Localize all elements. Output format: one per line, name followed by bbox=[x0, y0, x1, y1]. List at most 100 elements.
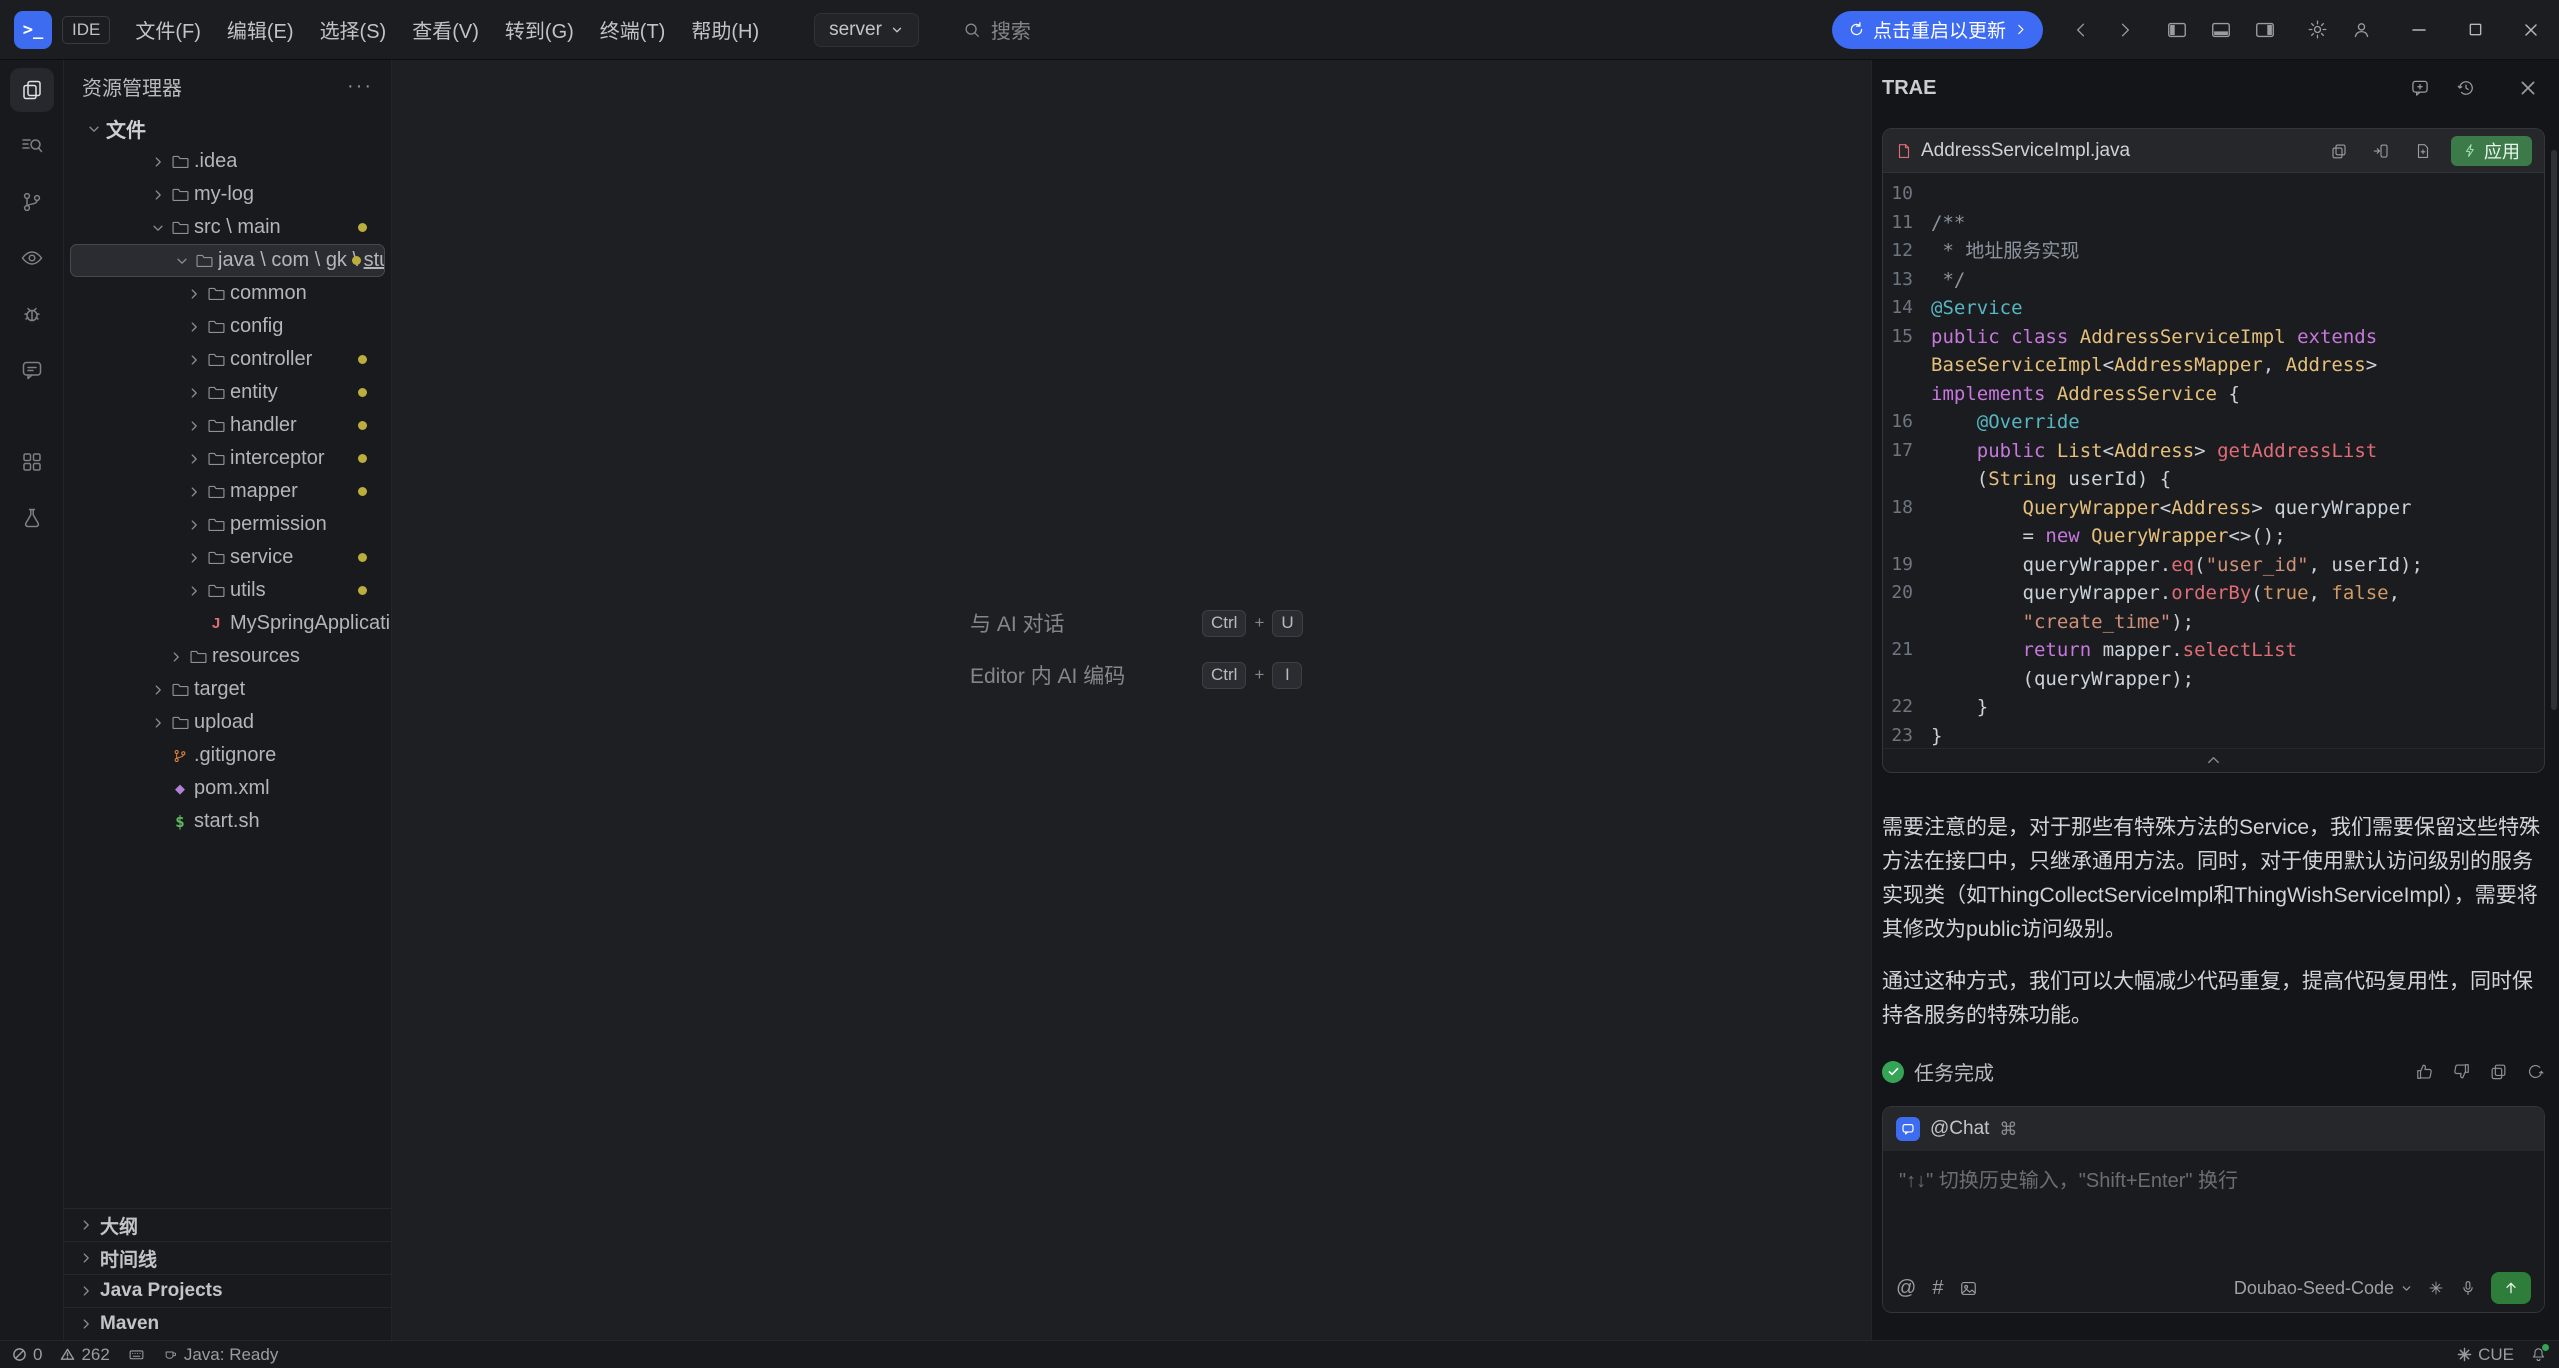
copy-answer-icon[interactable] bbox=[2489, 1062, 2508, 1081]
extensions-icon[interactable] bbox=[10, 440, 54, 484]
line-number: 15 bbox=[1883, 323, 1931, 352]
panel-title: TRAE bbox=[1882, 77, 1936, 100]
send-button[interactable] bbox=[2491, 1272, 2531, 1304]
explorer-icon[interactable] bbox=[10, 68, 54, 112]
history-icon[interactable] bbox=[2449, 71, 2483, 105]
menu-item[interactable]: 查看(V) bbox=[399, 7, 492, 52]
menu-item[interactable]: 帮助(H) bbox=[678, 7, 772, 52]
nav-forward-button[interactable] bbox=[2103, 10, 2147, 50]
line-number: 10 bbox=[1883, 180, 1931, 209]
insert-code-icon[interactable] bbox=[2367, 137, 2395, 165]
sidebar-section[interactable]: 大纲 bbox=[64, 1208, 391, 1241]
toggle-bottom-panel-button[interactable] bbox=[2199, 10, 2243, 50]
command-icon: ⌘ bbox=[1999, 1119, 2017, 1140]
tree-item[interactable]: resources bbox=[64, 640, 391, 673]
tree-item[interactable]: controller bbox=[64, 343, 391, 376]
sparkle-icon[interactable] bbox=[2427, 1279, 2445, 1297]
tree-item[interactable]: .idea bbox=[64, 145, 391, 178]
tree-item[interactable]: entity bbox=[64, 376, 391, 409]
key-plus: + bbox=[1254, 665, 1264, 685]
panel-scrollbar[interactable] bbox=[2551, 150, 2557, 710]
thumbs-up-icon[interactable] bbox=[2415, 1062, 2434, 1081]
tree-item[interactable]: src \ main bbox=[64, 211, 391, 244]
source-control-icon[interactable] bbox=[10, 180, 54, 224]
chevron-icon bbox=[148, 715, 168, 731]
tree-item[interactable]: mapper bbox=[64, 475, 391, 508]
tree-item[interactable]: .gitignore bbox=[64, 739, 391, 772]
new-chat-icon[interactable] bbox=[2403, 71, 2437, 105]
menu-item[interactable]: 转到(G) bbox=[492, 7, 587, 52]
problems-warnings[interactable]: 262 bbox=[60, 1345, 109, 1365]
panel-close-icon[interactable] bbox=[2511, 71, 2545, 105]
more-actions-icon[interactable]: ··· bbox=[347, 75, 373, 98]
mention-icon[interactable]: @ bbox=[1896, 1277, 1916, 1300]
tree-item[interactable]: handler bbox=[64, 409, 391, 442]
create-file-icon[interactable] bbox=[2409, 137, 2437, 165]
keyboard-status-icon[interactable] bbox=[128, 1346, 145, 1363]
preview-eye-icon[interactable] bbox=[10, 236, 54, 280]
test-flask-icon[interactable] bbox=[10, 496, 54, 540]
window-minimize-button[interactable] bbox=[2391, 0, 2447, 59]
titlebar: >_ IDE 文件(F)编辑(E)选择(S)查看(V)转到(G)终端(T)帮助(… bbox=[0, 0, 2559, 60]
tree-item[interactable]: permission bbox=[64, 508, 391, 541]
settings-gear-icon[interactable] bbox=[2295, 10, 2339, 50]
sidebar-section[interactable]: 时间线 bbox=[64, 1241, 391, 1274]
tree-item[interactable]: ◆pom.xml bbox=[64, 772, 391, 805]
java-icon: J bbox=[204, 615, 228, 633]
debug-icon[interactable] bbox=[10, 292, 54, 336]
tree-item[interactable]: $start.sh bbox=[64, 805, 391, 838]
context-tag-icon[interactable]: # bbox=[1932, 1277, 1943, 1300]
tree-item[interactable]: JMySpringApplication.java bbox=[64, 607, 391, 640]
restart-update-button[interactable]: 点击重启以更新 bbox=[1832, 11, 2043, 49]
chat-context-label[interactable]: @Chat bbox=[1930, 1118, 1989, 1140]
regenerate-icon[interactable] bbox=[2526, 1062, 2545, 1081]
global-search[interactable]: 搜索 bbox=[963, 15, 1031, 44]
tree-item[interactable]: my-log bbox=[64, 178, 391, 211]
run-target-select[interactable]: server bbox=[814, 13, 919, 47]
thumbs-down-icon[interactable] bbox=[2452, 1062, 2471, 1081]
collapse-code-button[interactable] bbox=[1883, 748, 2544, 772]
tree-item[interactable]: common bbox=[64, 277, 391, 310]
tree-item[interactable]: config bbox=[64, 310, 391, 343]
mic-icon[interactable] bbox=[2459, 1279, 2477, 1297]
tree-item[interactable]: utils bbox=[64, 574, 391, 607]
menu-item[interactable]: 终端(T) bbox=[587, 7, 679, 52]
window-close-button[interactable] bbox=[2503, 0, 2559, 59]
search-files-icon[interactable] bbox=[10, 124, 54, 168]
line-number: 23 bbox=[1883, 722, 1931, 749]
cue-status[interactable]: CUE bbox=[2457, 1345, 2514, 1365]
code-text: return mapper.selectList bbox=[1931, 636, 2297, 665]
tree-item-label: resources bbox=[212, 645, 300, 668]
toggle-right-sidebar-button[interactable] bbox=[2243, 10, 2287, 50]
account-icon[interactable] bbox=[2339, 10, 2383, 50]
chevron-down-icon bbox=[2400, 1282, 2413, 1295]
menu-item[interactable]: 编辑(E) bbox=[214, 7, 307, 52]
java-status[interactable]: Java: Ready bbox=[163, 1345, 279, 1365]
tree-item[interactable]: interceptor bbox=[64, 442, 391, 475]
tree-item-label: config bbox=[230, 315, 283, 338]
tree-item[interactable]: upload bbox=[64, 706, 391, 739]
apply-button[interactable]: 应用 bbox=[2451, 136, 2532, 166]
code-line: "create_time"); bbox=[1883, 608, 2544, 637]
sidebar-section[interactable]: Maven bbox=[64, 1307, 391, 1340]
tree-item[interactable]: java \ com \ gk \ study bbox=[70, 244, 385, 277]
chat-input[interactable]: "↑↓" 切换历史输入，"Shift+Enter" 换行 bbox=[1883, 1151, 2544, 1264]
tree-item-label: start.sh bbox=[194, 810, 260, 833]
tree-item[interactable]: 文件 bbox=[64, 112, 391, 145]
chat-icon[interactable] bbox=[10, 348, 54, 392]
notifications-bell-icon[interactable] bbox=[2530, 1346, 2547, 1363]
sidebar-section[interactable]: Java Projects bbox=[64, 1274, 391, 1307]
code-text: public List<Address> getAddressList bbox=[1931, 437, 2377, 466]
image-upload-icon[interactable] bbox=[1959, 1279, 1978, 1298]
nav-back-button[interactable] bbox=[2059, 10, 2103, 50]
problems-errors[interactable]: 0 bbox=[12, 1345, 42, 1365]
window-maximize-button[interactable] bbox=[2447, 0, 2503, 59]
copy-icon[interactable] bbox=[2325, 137, 2353, 165]
tree-item[interactable]: target bbox=[64, 673, 391, 706]
tree-item[interactable]: service bbox=[64, 541, 391, 574]
menu-item[interactable]: 选择(S) bbox=[307, 7, 400, 52]
toggle-left-sidebar-button[interactable] bbox=[2155, 10, 2199, 50]
menu-item[interactable]: 文件(F) bbox=[122, 7, 214, 52]
editor-area[interactable]: 与 AI 对话Ctrl+UEditor 内 AI 编码Ctrl+I bbox=[392, 60, 1871, 1340]
model-select[interactable]: Doubao-Seed-Code bbox=[2234, 1278, 2413, 1299]
